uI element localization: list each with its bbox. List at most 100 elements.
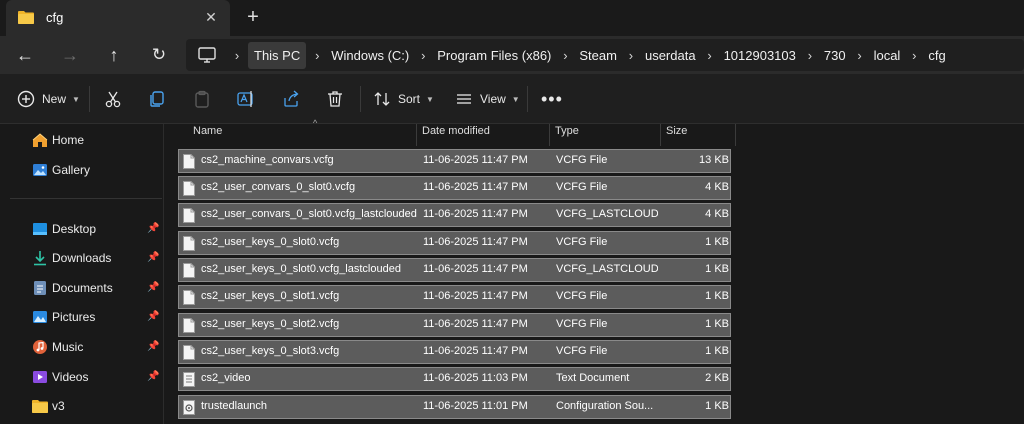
pin-icon[interactable]: 📌	[147, 311, 159, 323]
file-name: cs2_user_keys_0_slot3.vcfg	[201, 345, 340, 357]
rename-button[interactable]	[236, 87, 256, 111]
breadcrumb-user-id[interactable]: 1012903103	[721, 48, 799, 63]
chevron-right-icon[interactable]: ›	[799, 48, 821, 63]
sidebar-item-pictures[interactable]: Pictures 📌	[0, 304, 164, 330]
copy-button[interactable]	[147, 87, 167, 111]
chevron-down-icon: ▼	[426, 94, 434, 104]
sidebar-item-documents[interactable]: Documents 📌	[0, 275, 164, 301]
chevron-right-icon[interactable]: ›	[849, 48, 871, 63]
column-divider[interactable]	[549, 124, 550, 146]
file-icon	[183, 263, 195, 278]
file-size: 1 KB	[705, 263, 729, 275]
column-size[interactable]: Size	[666, 125, 687, 137]
breadcrumb-steam[interactable]: Steam	[576, 48, 620, 63]
file-name: cs2_user_keys_0_slot0.vcfg	[201, 236, 340, 248]
new-tab-icon[interactable]: +	[243, 7, 263, 27]
copy-icon	[150, 91, 164, 107]
chevron-right-icon[interactable]: ›	[306, 48, 328, 63]
file-type: Configuration Sou...	[556, 400, 654, 412]
tab-cfg[interactable]: cfg ✕	[6, 0, 230, 36]
pin-icon[interactable]: 📌	[147, 223, 159, 235]
pin-icon[interactable]: 📌	[147, 282, 159, 294]
sort-button[interactable]: Sort ▼	[372, 87, 434, 111]
column-name[interactable]: Name	[193, 125, 222, 137]
chevron-right-icon[interactable]: ›	[226, 48, 248, 63]
sidebar-item-label: Pictures	[52, 310, 96, 324]
file-type: VCFG File	[556, 181, 608, 193]
file-date: 11-06-2025 11:47 PM	[423, 345, 528, 357]
file-icon	[183, 154, 195, 169]
breadcrumb-program-files[interactable]: Program Files (x86)	[434, 48, 554, 63]
rename-icon	[237, 91, 253, 107]
sidebar-item-videos[interactable]: Videos 📌	[0, 364, 164, 390]
chevron-right-icon[interactable]: ›	[412, 48, 434, 63]
pictures-icon	[33, 311, 47, 323]
tab-bar: cfg ✕ +	[0, 0, 1024, 36]
file-icon	[183, 290, 195, 305]
delete-button[interactable]	[325, 87, 345, 111]
more-options-icon[interactable]: •••	[541, 87, 563, 111]
sidebar-item-label: v3	[52, 399, 65, 413]
chevron-right-icon[interactable]: ›	[903, 48, 925, 63]
refresh-icon[interactable]: ↻	[147, 44, 171, 66]
column-divider[interactable]	[416, 124, 417, 146]
file-row[interactable]: cs2_user_keys_0_slot1.vcfg 11-06-2025 11…	[178, 285, 731, 309]
chevron-right-icon[interactable]: ›	[554, 48, 576, 63]
file-icon	[183, 318, 195, 333]
sidebar-item-label: Music	[52, 340, 84, 354]
up-arrow-icon[interactable]: ↑	[102, 44, 126, 66]
file-name: cs2_user_keys_0_slot2.vcfg	[201, 318, 340, 330]
share-button[interactable]	[281, 87, 301, 111]
file-name: cs2_machine_convars.vcfg	[201, 154, 334, 166]
file-row[interactable]: cs2_user_keys_0_slot0.vcfg 11-06-2025 11…	[178, 231, 731, 255]
breadcrumb-cfg[interactable]: cfg	[925, 48, 948, 63]
column-type[interactable]: Type	[555, 125, 579, 137]
sidebar-item-v3[interactable]: v3	[0, 393, 164, 419]
sidebar-item-downloads[interactable]: Downloads 📌	[0, 245, 164, 271]
download-icon	[34, 251, 46, 266]
file-row[interactable]: cs2_user_convars_0_slot0.vcfg_lastcloude…	[178, 203, 731, 227]
file-date: 11-06-2025 11:47 PM	[423, 236, 528, 248]
column-divider[interactable]	[660, 124, 661, 146]
pin-icon[interactable]: 📌	[147, 252, 159, 264]
file-row[interactable]: cs2_video 11-06-2025 11:03 PM Text Docum…	[178, 367, 731, 391]
file-row[interactable]: cs2_user_keys_0_slot0.vcfg_lastclouded 1…	[178, 258, 731, 282]
forward-arrow-icon[interactable]: →	[58, 44, 82, 66]
back-arrow-icon[interactable]: ←	[13, 44, 37, 66]
pin-icon[interactable]: 📌	[147, 341, 159, 353]
pin-icon[interactable]: 📌	[147, 371, 159, 383]
column-divider[interactable]	[735, 124, 736, 146]
file-type: VCFG File	[556, 345, 608, 357]
scissors-icon	[105, 91, 121, 108]
breadcrumb-this-pc[interactable]: This PC	[248, 41, 307, 69]
file-row[interactable]: cs2_user_keys_0_slot3.vcfg 11-06-2025 11…	[178, 340, 731, 364]
sidebar-item-label: Videos	[52, 370, 89, 384]
column-date-modified[interactable]: Date modified	[422, 125, 490, 137]
file-row[interactable]: cs2_user_keys_0_slot2.vcfg 11-06-2025 11…	[178, 313, 731, 337]
sidebar-item-gallery[interactable]: Gallery	[0, 157, 164, 183]
sidebar-item-desktop[interactable]: Desktop 📌	[0, 216, 164, 242]
view-list-icon	[457, 94, 471, 104]
file-name: cs2_user_keys_0_slot1.vcfg	[201, 290, 340, 302]
sidebar-item-home[interactable]: Home	[0, 127, 164, 153]
cut-button[interactable]	[103, 87, 123, 111]
view-button[interactable]: View ▼	[454, 87, 520, 111]
close-tab-icon[interactable]: ✕	[202, 8, 220, 26]
chevron-right-icon[interactable]: ›	[699, 48, 721, 63]
breadcrumb-windows-c[interactable]: Windows (C:)	[328, 48, 412, 63]
file-name: trustedlaunch	[201, 400, 268, 412]
file-row[interactable]: trustedlaunch 11-06-2025 11:01 PM Config…	[178, 395, 731, 419]
breadcrumb-730[interactable]: 730	[821, 48, 849, 63]
sidebar-item-music[interactable]: Music 📌	[0, 334, 164, 360]
chevron-right-icon[interactable]: ›	[620, 48, 642, 63]
column-header: ^ Name Date modified Type Size	[179, 118, 900, 146]
address-bar[interactable]: › This PC › Windows (C:) › Program Files…	[186, 39, 1024, 71]
breadcrumb-local[interactable]: local	[871, 48, 904, 63]
file-row[interactable]: cs2_machine_convars.vcfg 11-06-2025 11:4…	[178, 149, 731, 173]
new-button[interactable]: New ▼	[16, 87, 80, 111]
breadcrumb-userdata[interactable]: userdata	[642, 48, 699, 63]
sidebar-item-label: Gallery	[52, 163, 91, 177]
navigation-pane: Home Gallery Desktop 📌 Downloads 📌 Docum…	[0, 124, 164, 424]
file-row[interactable]: cs2_user_convars_0_slot0.vcfg 11-06-2025…	[178, 176, 731, 200]
paste-button[interactable]	[192, 87, 212, 111]
